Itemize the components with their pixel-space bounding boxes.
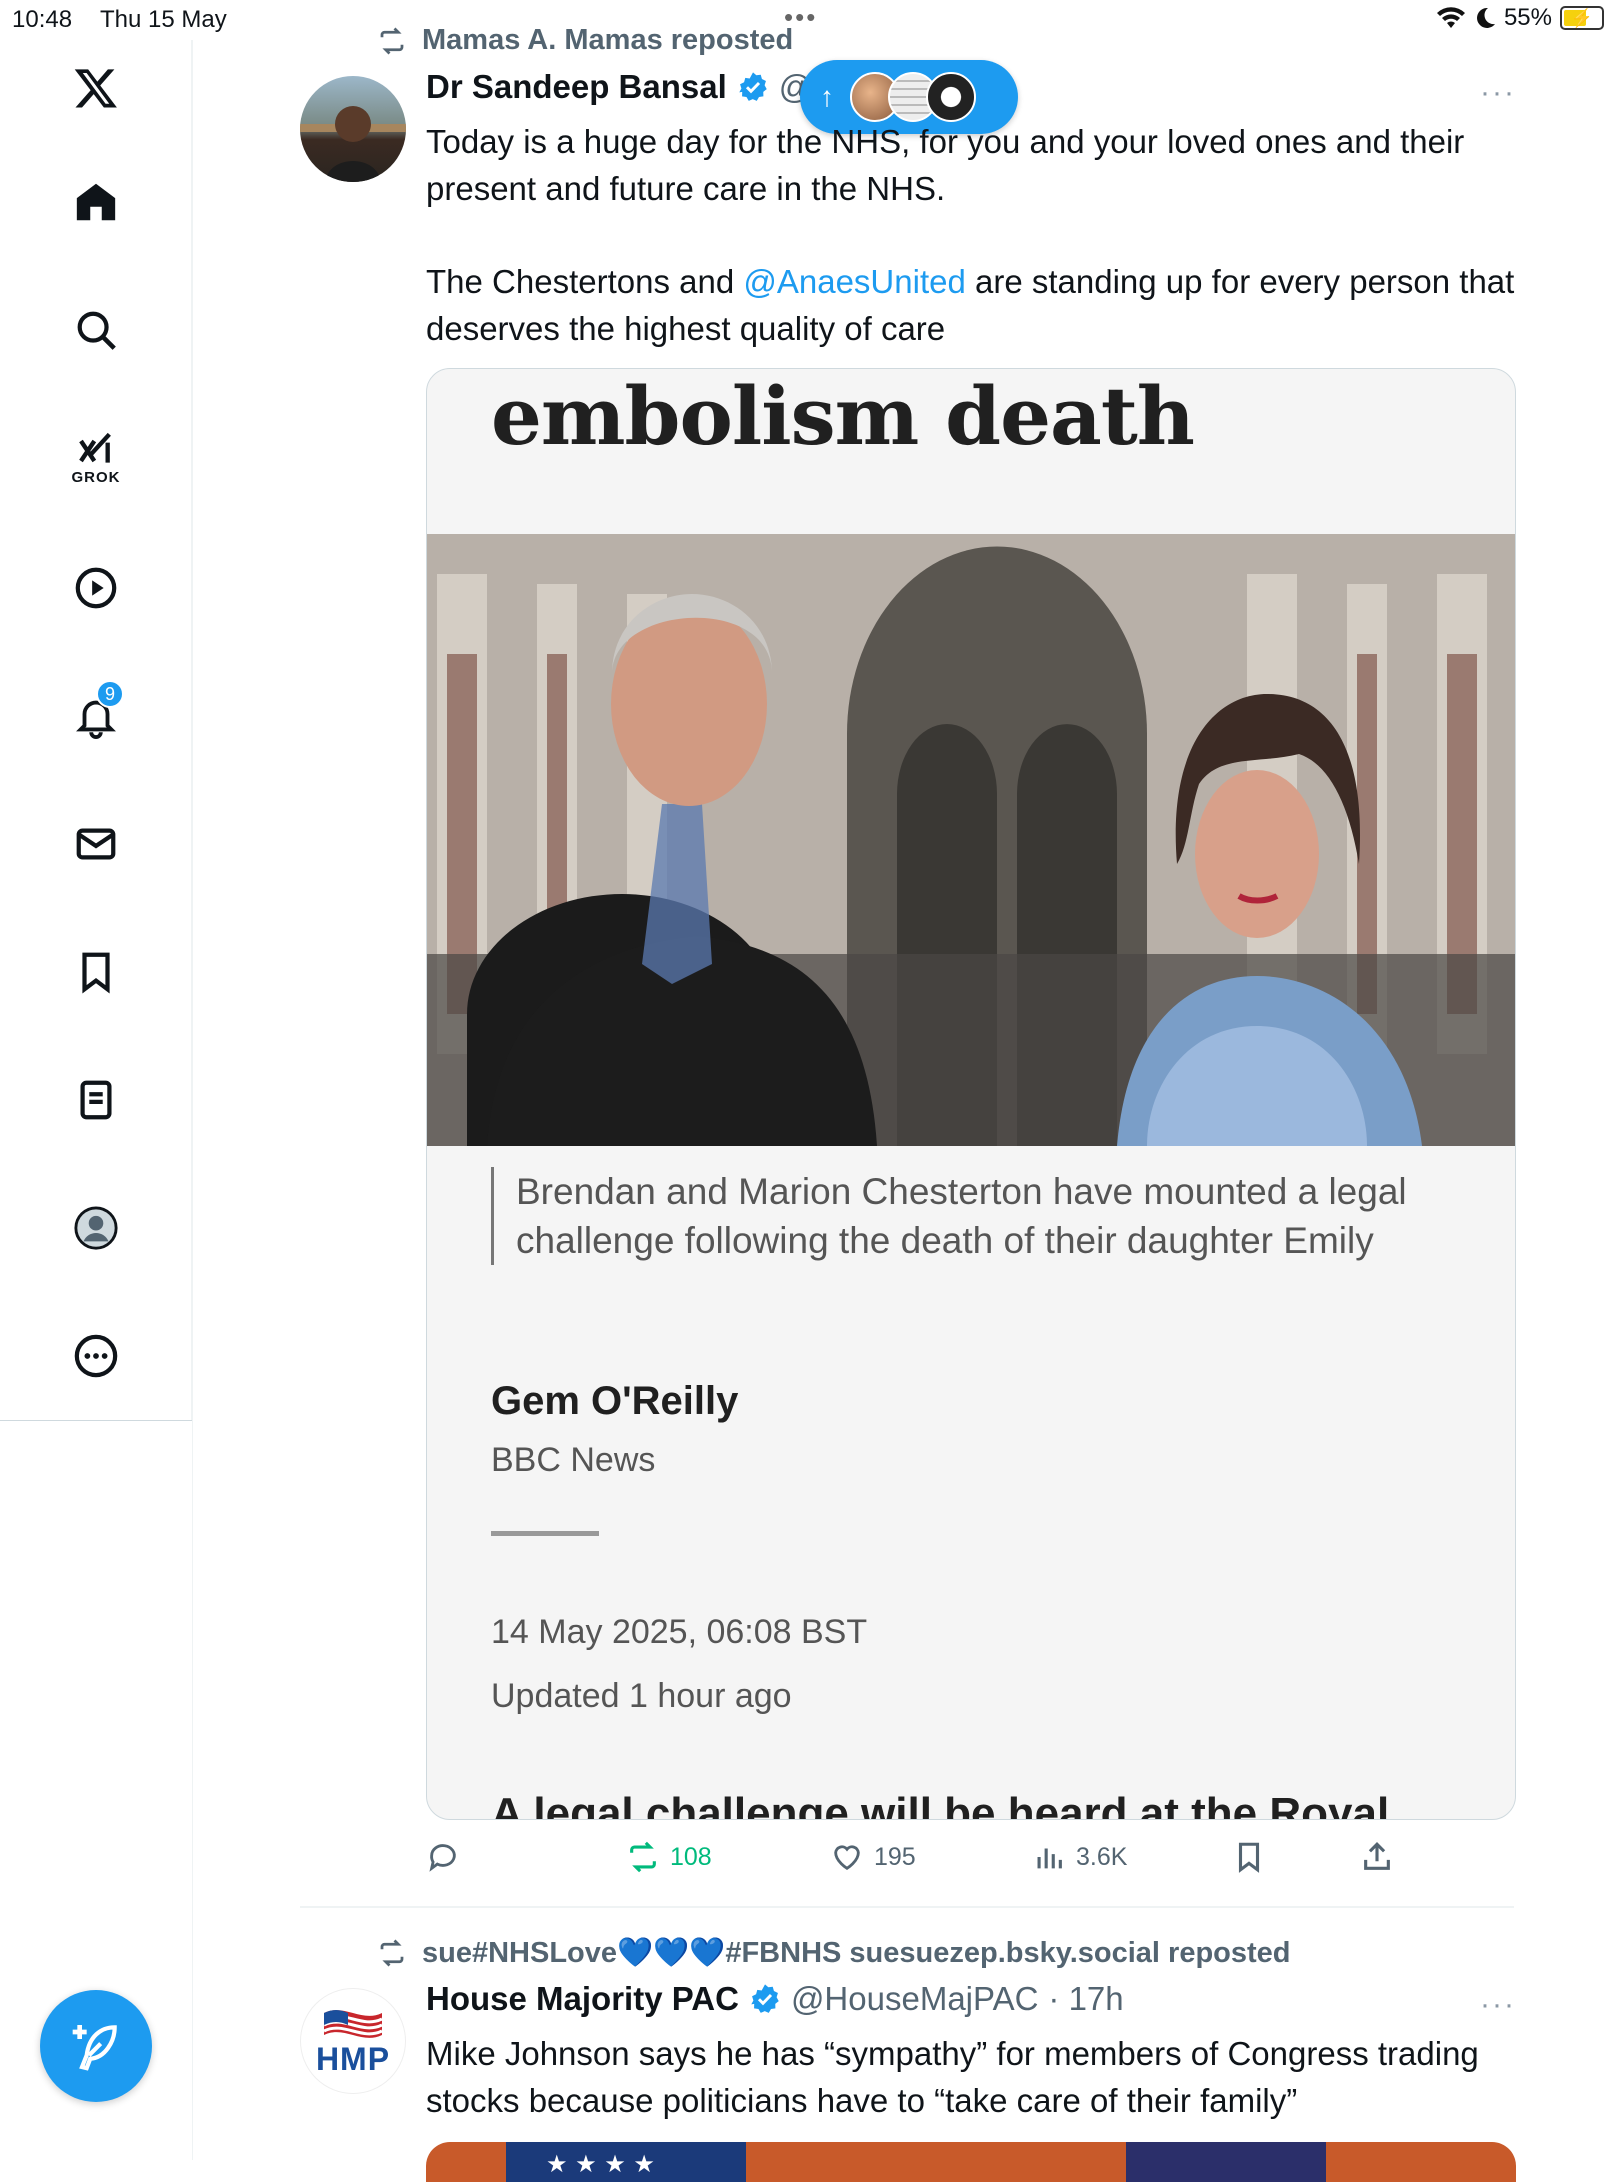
- bookmarks-icon[interactable]: [56, 932, 136, 1012]
- repost-indicator[interactable]: sue#NHSLove💙💙💙#FBNHS suesuezep.bsky.soci…: [376, 1936, 1291, 1970]
- article-photo: [427, 534, 1515, 1146]
- sidebar-divider: [0, 1420, 192, 1421]
- author-name-row: House Majority PAC @HouseMajPAC · 17h: [426, 1980, 1124, 2018]
- verified-badge-icon: [739, 72, 767, 101]
- mention-link[interactable]: @AnaesUnited: [743, 263, 965, 300]
- author-avatar[interactable]: HMP: [300, 1988, 406, 2094]
- repost-icon: [380, 1939, 404, 1967]
- tweet-time[interactable]: · 17h: [1048, 1980, 1123, 2018]
- compose-post-button[interactable]: [40, 1990, 152, 2102]
- tweet-text: Today is a huge day for the NHS, for you…: [426, 118, 1516, 352]
- repost-by-text: Mamas A. Mamas reposted: [422, 24, 794, 56]
- bookmark-button[interactable]: [1232, 1840, 1266, 1874]
- tweet-text: Mike Johnson says he has “sympathy” for …: [426, 2035, 1479, 2119]
- search-icon[interactable]: [56, 290, 136, 370]
- author-avatar[interactable]: [300, 76, 406, 182]
- tweet-paragraph-2-pre: The Chestertons and: [426, 263, 744, 300]
- wifi-icon: [1436, 7, 1465, 29]
- messages-mail-icon[interactable]: [56, 804, 136, 884]
- tweet-more-button[interactable]: ···: [1480, 76, 1516, 110]
- article-updated: Updated 1 hour ago: [491, 1677, 792, 1715]
- pill-avatar-3: [926, 72, 976, 122]
- views-count: 3.6K: [1076, 1842, 1128, 1871]
- home-icon[interactable]: [56, 162, 136, 242]
- status-bar: 10:48 Thu 15 May ••• 55% ⚡: [0, 0, 1620, 40]
- tweet-more-button[interactable]: ···: [1480, 1988, 1516, 2022]
- heart-icon: [834, 1845, 860, 1871]
- repost-icon: [630, 1841, 656, 1873]
- like-button[interactable]: 195: [830, 1840, 916, 1874]
- article-published-date: 14 May 2025, 06:08 BST: [491, 1613, 868, 1651]
- arrow-up-icon: ↑: [820, 81, 834, 112]
- grok-label: GROK: [71, 468, 121, 486]
- battery-percent: 55%: [1503, 4, 1552, 31]
- author-name[interactable]: Dr Sandeep Bansal: [426, 68, 727, 106]
- reply-button[interactable]: [426, 1840, 470, 1874]
- share-icon: [1364, 1842, 1390, 1870]
- article-headline: embolism death: [491, 369, 1195, 463]
- moon-icon: [1476, 7, 1495, 28]
- hmp-logo-text: HMP: [315, 2040, 391, 2077]
- photo-caption: Brendan and Marion Chesterton have mount…: [491, 1167, 1451, 1265]
- repost-indicator[interactable]: Mamas A. Mamas reposted: [376, 24, 793, 57]
- bookmark-icon: [1238, 1842, 1260, 1873]
- feather-plus-icon: [72, 2025, 117, 2071]
- us-flag-icon: [323, 2009, 383, 2038]
- lists-icon[interactable]: [56, 1060, 136, 1140]
- tweet-paragraph-2: The Chestertons and @AnaesUnited are sta…: [426, 258, 1516, 352]
- svg-text:★ ★ ★ ★: ★ ★ ★ ★: [546, 2150, 655, 2178]
- author-name-row: Dr Sandeep Bansal @: [426, 68, 812, 106]
- author-handle[interactable]: @HouseMajPAC: [791, 1980, 1038, 2018]
- views-chart-icon: [1037, 1848, 1062, 1869]
- article-author: Gem O'Reilly: [491, 1379, 739, 1423]
- tweet-paragraph-1: Today is a huge day for the NHS, for you…: [426, 123, 1465, 207]
- verified-badge-icon: [751, 1984, 779, 2013]
- repost-count: 108: [670, 1842, 712, 1871]
- notifications-bell-icon[interactable]: 9: [56, 676, 136, 756]
- x-logo-icon[interactable]: [56, 48, 136, 128]
- article-image-card[interactable]: embolism death Brendan and Marion Cheste…: [426, 368, 1516, 1820]
- more-options-icon[interactable]: [56, 1316, 136, 1396]
- tweet-actions: 108 195 3.6K: [426, 1840, 1516, 1880]
- grok-icon[interactable]: GROK: [56, 418, 136, 498]
- article-next-heading: A legal challenge will be heard at the R…: [491, 1789, 1390, 1820]
- status-indicators: 55% ⚡: [1436, 4, 1604, 32]
- battery-icon: ⚡: [1560, 6, 1604, 30]
- like-count: 195: [874, 1842, 916, 1871]
- share-button[interactable]: [1360, 1840, 1394, 1874]
- tweet-media-preview[interactable]: ★ ★ ★ ★: [426, 2142, 1516, 2182]
- repost-icon: [380, 27, 404, 54]
- repost-by-text: sue#NHSLove💙💙💙#FBNHS suesuezep.bsky.soci…: [422, 1937, 1291, 1969]
- video-play-icon[interactable]: [56, 548, 136, 628]
- status-date: Thu 15 May: [100, 6, 227, 33]
- views-button[interactable]: 3.6K: [1032, 1840, 1127, 1874]
- tweet-separator: [300, 1906, 1514, 1908]
- article-rule: [491, 1531, 599, 1536]
- author-name[interactable]: House Majority PAC: [426, 1980, 739, 2018]
- repost-button[interactable]: 108: [626, 1840, 712, 1874]
- profile-avatar-icon[interactable]: [56, 1188, 136, 1268]
- sidebar-nav: GROK 9: [0, 40, 192, 1421]
- notification-badge: 9: [96, 680, 124, 708]
- sidebar-border: [192, 40, 193, 2160]
- article-outlet: BBC News: [491, 1441, 656, 1479]
- reply-icon: [429, 1844, 456, 1872]
- status-time: 10:48: [12, 6, 73, 33]
